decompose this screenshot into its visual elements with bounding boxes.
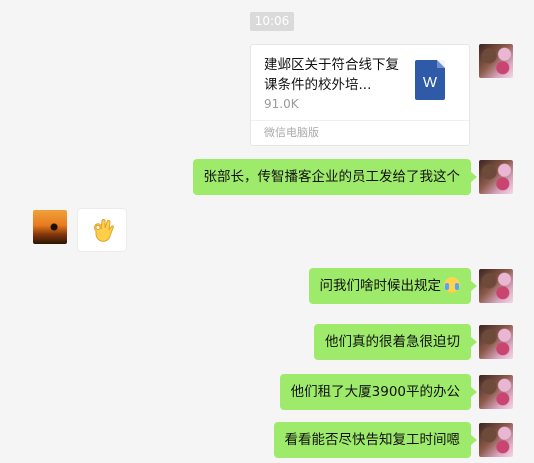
my-avatar[interactable] xyxy=(479,325,513,359)
my-avatar[interactable] xyxy=(479,160,513,194)
contact-avatar[interactable] xyxy=(33,210,67,244)
message-text: 他们真的很着急很迫切 xyxy=(325,334,460,350)
message-bubble-sent[interactable]: 他们真的很着急很迫切 xyxy=(314,324,477,360)
message-text: 看看能否尽快告知复工时间嗯 xyxy=(284,432,461,448)
message-bubble-received[interactable] xyxy=(77,208,127,252)
message-bubble-sent[interactable]: 问我们啥时候出规定 xyxy=(308,268,477,304)
file-source-label: 微信电脑版 xyxy=(251,120,469,145)
file-name: 建邺区关于符合线下复课条件的校外培... xyxy=(264,57,399,93)
timestamp: 10:06 xyxy=(250,12,294,31)
message-bubble-sent[interactable]: 看看能否尽快告知复工时间嗯 xyxy=(273,422,477,458)
my-avatar[interactable] xyxy=(479,44,513,78)
message-bubble-sent[interactable]: 他们租了大厦3900平的办公 xyxy=(279,374,478,410)
crying-laughing-emoji-icon xyxy=(444,277,460,293)
ok-hand-icon xyxy=(94,219,114,242)
my-avatar[interactable] xyxy=(479,269,513,303)
file-size: 91.0K xyxy=(264,97,299,111)
word-document-icon: W xyxy=(415,60,445,100)
message-text: 问我们啥时候出规定 xyxy=(319,278,442,294)
file-message-card[interactable]: 建邺区关于符合线下复课条件的校外培... 91.0K W 微信电脑版 xyxy=(250,44,470,146)
message-text: 他们租了大厦3900平的办公 xyxy=(290,384,460,400)
message-bubble-sent[interactable]: 张部长，传智播客企业的员工发给了我这个 xyxy=(192,159,477,195)
message-text: 张部长，传智播客企业的员工发给了我这个 xyxy=(203,169,461,185)
my-avatar[interactable] xyxy=(479,423,513,457)
my-avatar[interactable] xyxy=(479,375,513,409)
